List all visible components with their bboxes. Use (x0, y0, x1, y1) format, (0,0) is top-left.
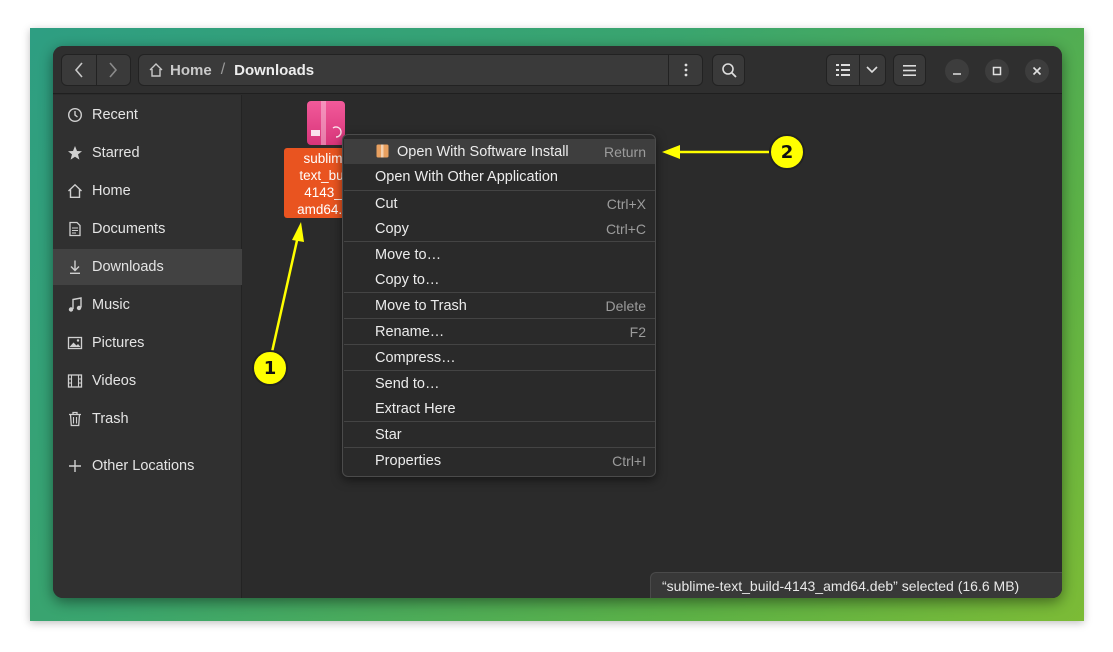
minimize-icon (953, 73, 961, 75)
video-icon (66, 372, 84, 390)
menu-item-move-to-trash[interactable]: Move to Trash Delete (344, 293, 655, 318)
home-icon (149, 63, 163, 77)
sidebar-item-label: Other Locations (92, 458, 195, 474)
annotation-badge-2: 2 (769, 134, 805, 170)
close-icon (1032, 66, 1042, 76)
trash-icon (66, 410, 84, 428)
path-bar: Home / Downloads (138, 54, 703, 86)
home-icon (66, 182, 84, 200)
menu-item-star[interactable]: Star (344, 422, 655, 447)
sidebar-item-pictures[interactable]: Pictures (53, 325, 242, 361)
menu-item-label: Extract Here (375, 400, 456, 417)
path-home-button[interactable]: Home (148, 62, 212, 79)
sidebar-item-label: Home (92, 183, 131, 199)
selection-status-bar: “sublime-text_build-4143_amd64.deb” sele… (650, 572, 1062, 598)
sidebar-item-home[interactable]: Home (53, 173, 242, 209)
menu-item-shortcut: Ctrl+C (605, 220, 646, 237)
sidebar-item-label: Videos (92, 373, 137, 389)
menu-item-label: Open With Software Install (397, 143, 569, 160)
menu-item-shortcut: F2 (629, 323, 646, 340)
sidebar-item-label: Music (92, 297, 130, 313)
close-button[interactable] (1025, 59, 1049, 83)
sidebar-item-starred[interactable]: Starred (53, 135, 242, 171)
menu-item-move-to[interactable]: Move to… (344, 242, 655, 267)
view-options-button[interactable] (858, 55, 885, 85)
list-view-icon (835, 64, 850, 76)
menu-item-compress[interactable]: Compress… (344, 345, 655, 370)
sidebar-item-music[interactable]: Music (53, 287, 242, 323)
star-icon (66, 144, 84, 162)
menu-item-shortcut: Return (603, 143, 646, 160)
sidebar-item-documents[interactable]: Documents (53, 211, 242, 247)
sidebar-item-videos[interactable]: Videos (53, 363, 242, 399)
menu-item-shortcut: Delete (605, 297, 646, 314)
menu-item-label: Cut (375, 195, 398, 212)
menu-item-label: Copy to… (375, 271, 440, 288)
menu-item-label: Compress… (375, 349, 456, 366)
picture-icon (66, 334, 84, 352)
minimize-button[interactable] (945, 59, 969, 83)
download-icon (66, 258, 84, 276)
menu-item-copy[interactable]: Copy Ctrl+C (344, 216, 655, 241)
sidebar-item-other-locations[interactable]: Other Locations (53, 448, 242, 484)
menu-item-label: Move to Trash (375, 297, 467, 314)
menu-item-label: Properties (375, 452, 442, 469)
software-install-icon (376, 144, 389, 158)
hamburger-menu-icon (903, 64, 916, 76)
path-menu-button[interactable] (668, 55, 702, 85)
path-current-button[interactable]: Downloads (234, 62, 314, 79)
list-view-button[interactable] (827, 55, 859, 85)
menu-item-extract-here[interactable]: Extract Here (344, 396, 655, 421)
menu-item-label: Rename… (375, 323, 445, 340)
sidebar-item-label: Documents (92, 221, 166, 237)
maximize-button[interactable] (985, 59, 1009, 83)
chevron-left-icon (74, 62, 83, 78)
search-icon (721, 63, 737, 78)
path-separator: / (220, 61, 226, 78)
menu-item-open-with-software-install[interactable]: Open With Software Install Return (344, 139, 655, 164)
search-button[interactable] (712, 54, 745, 86)
menu-item-rename[interactable]: Rename… F2 (344, 319, 655, 344)
clock-icon (66, 106, 84, 124)
sidebar-item-label: Recent (92, 107, 138, 123)
sidebar: Recent Starred Home Documents Downloads … (53, 95, 242, 598)
menu-item-label: Copy (375, 220, 409, 237)
context-menu: Open With Software Install Return Open W… (342, 134, 656, 477)
forward-button[interactable] (95, 55, 130, 85)
sidebar-item-trash[interactable]: Trash (53, 401, 242, 437)
menu-item-copy-to[interactable]: Copy to… (344, 267, 655, 292)
main-menu-button[interactable] (893, 54, 926, 86)
sidebar-item-label: Starred (92, 145, 140, 161)
plus-icon (66, 457, 84, 475)
chevron-right-icon (109, 62, 118, 78)
menu-item-properties[interactable]: Properties Ctrl+I (344, 448, 655, 473)
sidebar-item-label: Pictures (92, 335, 145, 351)
music-icon (66, 296, 84, 314)
path-home-label: Home (170, 61, 212, 79)
chevron-down-icon (866, 66, 879, 74)
menu-item-send-to[interactable]: Send to… (344, 371, 655, 396)
menu-item-cut[interactable]: Cut Ctrl+X (344, 191, 655, 216)
menu-item-label: Move to… (375, 246, 442, 263)
sidebar-item-recent[interactable]: Recent (53, 97, 242, 133)
view-toggle-group (826, 54, 886, 86)
menu-item-label: Send to… (375, 375, 440, 392)
sidebar-item-label: Trash (92, 411, 129, 427)
vertical-dots-icon (684, 63, 687, 77)
deb-package-icon (307, 101, 345, 145)
document-icon (66, 220, 84, 238)
back-button[interactable] (62, 55, 96, 85)
header-bar: Home / Downloads (53, 46, 1062, 94)
sidebar-item-downloads[interactable]: Downloads (53, 249, 242, 285)
menu-item-label: Open With Other Application (375, 168, 558, 185)
menu-item-shortcut: Ctrl+I (612, 452, 646, 469)
sidebar-item-label: Downloads (92, 259, 164, 275)
menu-item-open-with-other-application[interactable]: Open With Other Application (344, 164, 655, 189)
annotation-badge-1: 1 (252, 350, 288, 386)
menu-item-shortcut: Ctrl+X (606, 195, 646, 212)
menu-item-label: Star (375, 426, 402, 443)
navigation-buttons (61, 54, 131, 86)
maximize-icon (992, 66, 1002, 76)
